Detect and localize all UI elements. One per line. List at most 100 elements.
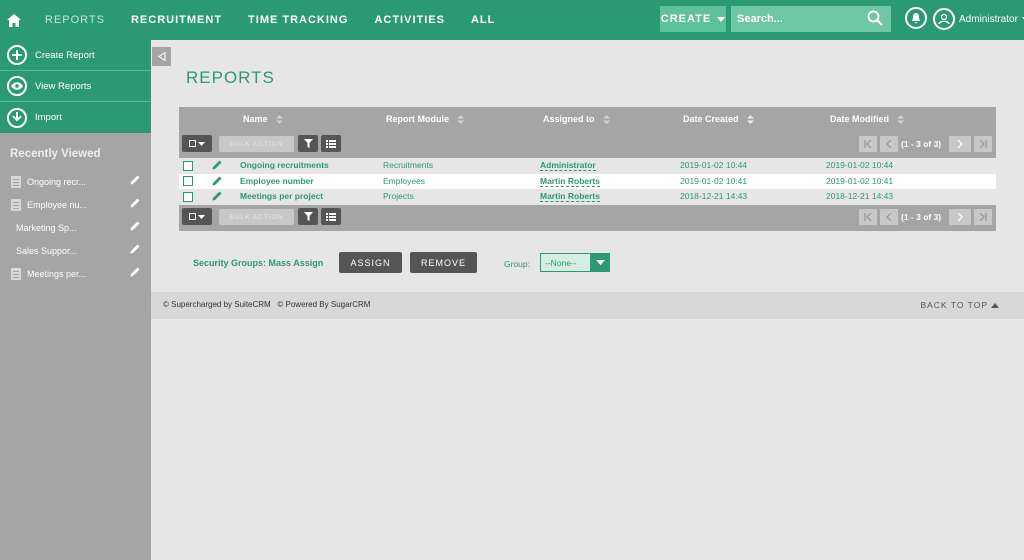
pencil-icon[interactable] <box>212 176 222 186</box>
page-title: REPORTS <box>186 68 275 87</box>
last-page-button[interactable] <box>974 209 992 225</box>
tab-activities[interactable]: ACTIVITIES <box>361 0 458 40</box>
col-header-name[interactable]: Name <box>243 114 283 124</box>
report-module: Employees <box>383 175 426 186</box>
pencil-icon[interactable] <box>130 175 140 185</box>
tab-recruitment[interactable]: RECRUITMENT <box>118 0 235 40</box>
view-reports-action[interactable]: View Reports <box>0 71 151 102</box>
bulk-action-button[interactable]: BULK ACTION <box>219 136 294 152</box>
last-page-button[interactable] <box>974 136 992 152</box>
remove-label: REMOVE <box>420 257 466 268</box>
caret-down-icon <box>591 253 610 272</box>
header-label: Report Module <box>386 114 449 124</box>
first-page-button[interactable] <box>859 209 877 225</box>
assigned-user-link[interactable]: Martin Roberts <box>540 191 600 202</box>
recent-item[interactable]: Employee nu... <box>0 193 151 216</box>
report-name-link[interactable]: Employee number <box>240 176 314 186</box>
create-report-action[interactable]: Create Report <box>0 40 151 71</box>
last-page-icon <box>979 213 987 221</box>
filter-button[interactable] <box>298 135 318 152</box>
group-select[interactable]: --None-- <box>540 253 610 272</box>
action-label: Import <box>35 112 62 123</box>
sort-icon <box>602 114 610 124</box>
collapse-sidebar-button[interactable] <box>152 47 171 66</box>
assigned-user-link[interactable]: Martin Roberts <box>540 176 600 187</box>
tab-all[interactable]: ALL <box>458 0 508 40</box>
col-header-date-created[interactable]: Date Created <box>683 114 754 124</box>
recent-item[interactable]: Sales Suppor... <box>0 239 151 262</box>
row-checkbox[interactable] <box>183 191 193 202</box>
pencil-icon[interactable] <box>130 198 140 208</box>
list-icon <box>326 212 336 221</box>
tab-reports[interactable]: REPORTS <box>32 0 118 40</box>
report-name-link[interactable]: Ongoing recruitments <box>240 160 329 170</box>
recent-item[interactable]: Meetings per... <box>0 262 151 285</box>
date-created: 2019-01-02 10:44 <box>680 160 748 170</box>
last-page-icon <box>979 140 987 148</box>
col-header-module[interactable]: Report Module <box>386 114 464 124</box>
back-to-top-link[interactable]: BACK TO TOP <box>920 300 999 310</box>
select-dropdown[interactable] <box>182 208 212 225</box>
report-module: Recruitments <box>383 160 434 170</box>
list-view: Name Report Module Assigned to Date Crea… <box>179 107 996 231</box>
bulk-action-label: BULK ACTION <box>229 140 284 148</box>
select-dropdown[interactable] <box>182 135 212 152</box>
checkbox-icon <box>189 213 196 220</box>
user-menu[interactable]: Administrator <box>933 7 1024 31</box>
remove-button[interactable]: REMOVE <box>410 252 477 273</box>
sort-icon <box>897 114 905 124</box>
pagination-text: (1 - 3 of 3) <box>901 212 942 222</box>
col-header-assigned[interactable]: Assigned to <box>543 114 610 124</box>
header-label: Assigned to <box>543 114 595 124</box>
table-row: Employee number Employees Martin Roberts… <box>179 173 996 189</box>
group-label: Group: <box>504 259 530 269</box>
recent-item-label: Employee nu... <box>27 199 88 210</box>
bulk-action-button[interactable]: BULK ACTION <box>219 209 294 225</box>
next-page-button[interactable] <box>949 209 971 225</box>
table-header: Name Report Module Assigned to Date Crea… <box>179 107 996 131</box>
report-name-link[interactable]: Meetings per project <box>240 191 323 201</box>
recent-item[interactable]: Marketing Sp... <box>0 216 151 239</box>
date-modified: 2018-12-21 14:43 <box>826 191 894 201</box>
bulk-action-label: BULK ACTION <box>229 213 284 221</box>
header-label: Date Modified <box>830 114 890 124</box>
row-checkbox[interactable] <box>183 160 193 171</box>
assign-button[interactable]: ASSIGN <box>339 252 402 273</box>
table-row: Meetings per project Projects Martin Rob… <box>179 189 996 205</box>
chevron-left-icon <box>886 140 892 148</box>
prev-page-button[interactable] <box>880 136 898 152</box>
column-chooser-button[interactable] <box>321 135 341 152</box>
search-box <box>731 6 891 32</box>
create-button[interactable]: CREATE <box>660 6 726 32</box>
pencil-icon[interactable] <box>130 267 140 277</box>
next-page-button[interactable] <box>949 136 971 152</box>
caret-down-icon <box>198 141 205 146</box>
filter-icon <box>303 139 313 148</box>
assigned-user-link[interactable]: Administrator <box>540 160 596 171</box>
pencil-icon[interactable] <box>130 221 140 231</box>
row-checkbox[interactable] <box>183 176 193 186</box>
search-icon[interactable] <box>867 10 883 26</box>
search-input[interactable] <box>737 13 862 25</box>
sort-icon <box>275 114 283 124</box>
header-label: Name <box>243 114 268 124</box>
notifications-button[interactable] <box>905 7 927 29</box>
filter-button[interactable] <box>298 208 318 225</box>
import-action[interactable]: Import <box>0 102 151 133</box>
recent-item[interactable]: Ongoing recr... <box>0 170 151 193</box>
col-header-date-modified[interactable]: Date Modified <box>830 114 905 124</box>
first-page-button[interactable] <box>859 136 877 152</box>
tab-time-tracking[interactable]: TIME TRACKING <box>235 0 361 40</box>
recent-item-label: Sales Suppor... <box>16 245 78 256</box>
pencil-icon[interactable] <box>212 160 222 170</box>
prev-page-button[interactable] <box>880 209 898 225</box>
first-page-icon <box>864 213 872 221</box>
pencil-icon[interactable] <box>130 244 140 254</box>
sidebar-actions: Create Report View Reports Import <box>0 40 151 133</box>
action-label: View Reports <box>35 80 92 92</box>
pencil-icon[interactable] <box>212 191 222 201</box>
report-module: Projects <box>383 191 414 201</box>
column-chooser-button[interactable] <box>321 208 341 225</box>
home-icon[interactable] <box>2 0 26 40</box>
chevron-right-icon <box>957 140 963 148</box>
